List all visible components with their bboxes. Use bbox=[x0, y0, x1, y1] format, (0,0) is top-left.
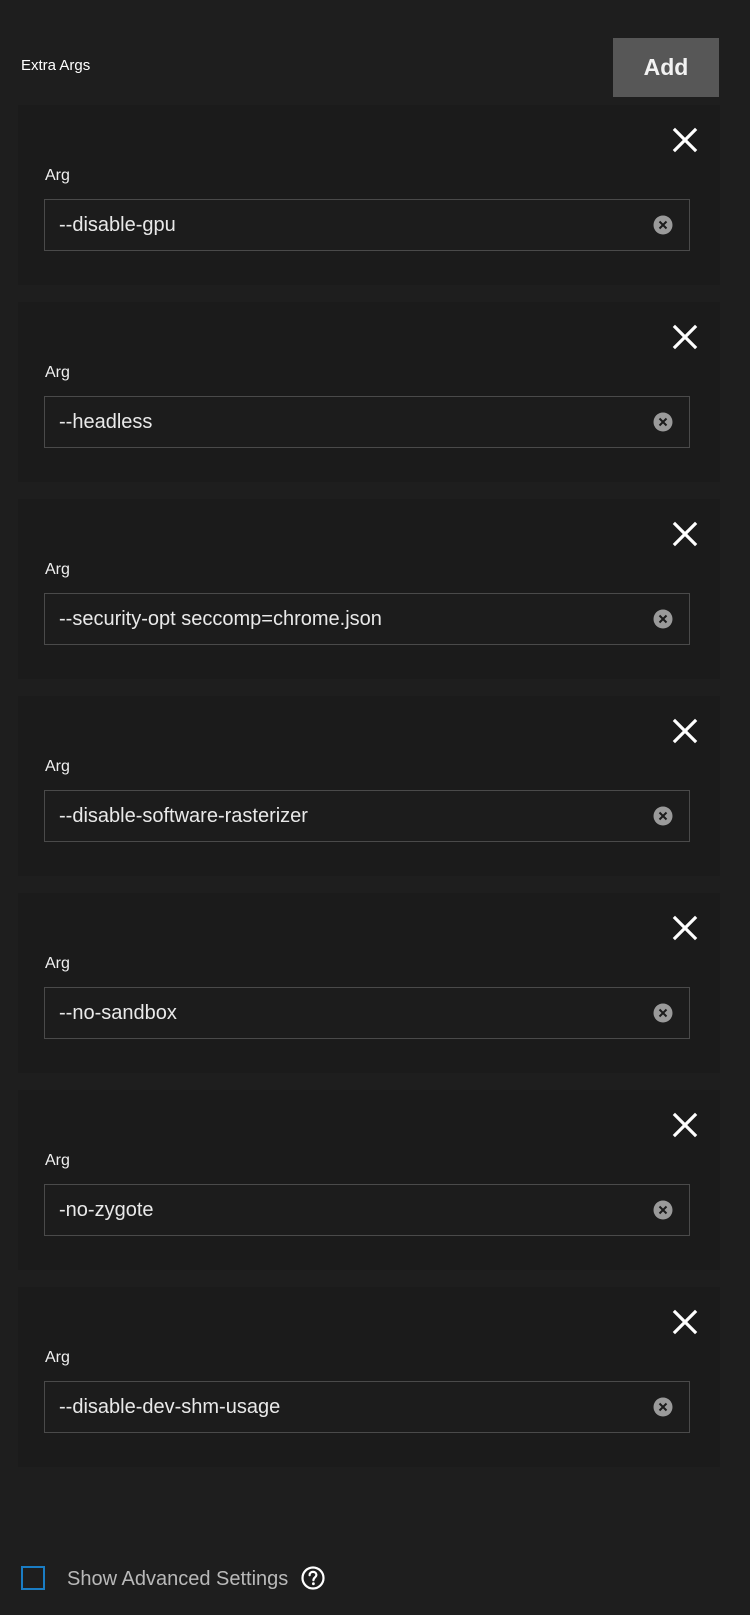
clear-circle-icon bbox=[653, 1397, 673, 1417]
arg-input[interactable] bbox=[59, 594, 639, 644]
arg-field bbox=[44, 396, 690, 448]
arg-card: Arg bbox=[18, 105, 720, 285]
advanced-settings-row: Show Advanced Settings bbox=[0, 1560, 750, 1605]
arg-field bbox=[44, 1381, 690, 1433]
arg-card: Arg bbox=[18, 893, 720, 1073]
arg-field bbox=[44, 1184, 690, 1236]
clear-circle-icon bbox=[653, 609, 673, 629]
arg-label: Arg bbox=[45, 758, 70, 775]
arg-card: Arg bbox=[18, 1287, 720, 1467]
remove-arg-button[interactable] bbox=[670, 322, 700, 352]
close-icon bbox=[672, 127, 698, 153]
arg-input[interactable] bbox=[59, 200, 639, 250]
clear-circle-icon bbox=[653, 215, 673, 235]
remove-arg-button[interactable] bbox=[670, 519, 700, 549]
close-icon bbox=[672, 521, 698, 547]
arg-card: Arg bbox=[18, 696, 720, 876]
close-icon bbox=[672, 915, 698, 941]
arg-list: Arg Arg Arg bbox=[18, 105, 720, 1484]
section-title: Extra Args bbox=[21, 57, 91, 74]
arg-card: Arg bbox=[18, 302, 720, 482]
clear-input-button[interactable] bbox=[653, 806, 673, 826]
clear-circle-icon bbox=[653, 1003, 673, 1023]
close-icon bbox=[672, 1112, 698, 1138]
arg-field bbox=[44, 790, 690, 842]
arg-card: Arg bbox=[18, 1090, 720, 1270]
remove-arg-button[interactable] bbox=[670, 1307, 700, 1337]
arg-label: Arg bbox=[45, 561, 70, 578]
clear-circle-icon bbox=[653, 412, 673, 432]
extra-args-header: Extra Args Add bbox=[0, 0, 750, 100]
arg-field bbox=[44, 987, 690, 1039]
close-icon bbox=[672, 1309, 698, 1335]
arg-label: Arg bbox=[45, 955, 70, 972]
arg-input[interactable] bbox=[59, 988, 639, 1038]
help-icon[interactable] bbox=[300, 1565, 326, 1591]
arg-label: Arg bbox=[45, 364, 70, 381]
clear-input-button[interactable] bbox=[653, 1003, 673, 1023]
arg-label: Arg bbox=[45, 167, 70, 184]
arg-field bbox=[44, 199, 690, 251]
arg-label: Arg bbox=[45, 1349, 70, 1366]
clear-input-button[interactable] bbox=[653, 412, 673, 432]
close-icon bbox=[672, 324, 698, 350]
arg-input[interactable] bbox=[59, 397, 639, 447]
add-arg-button[interactable]: Add bbox=[613, 38, 719, 97]
arg-card: Arg bbox=[18, 499, 720, 679]
clear-circle-icon bbox=[653, 1200, 673, 1220]
remove-arg-button[interactable] bbox=[670, 1110, 700, 1140]
arg-label: Arg bbox=[45, 1152, 70, 1169]
remove-arg-button[interactable] bbox=[670, 716, 700, 746]
clear-input-button[interactable] bbox=[653, 609, 673, 629]
arg-input[interactable] bbox=[59, 1382, 639, 1432]
arg-field bbox=[44, 593, 690, 645]
remove-arg-button[interactable] bbox=[670, 125, 700, 155]
remove-arg-button[interactable] bbox=[670, 913, 700, 943]
extra-args-page: Extra Args Add Arg Arg bbox=[0, 0, 750, 1615]
show-advanced-checkbox[interactable] bbox=[21, 1566, 45, 1590]
arg-input[interactable] bbox=[59, 1185, 639, 1235]
arg-input[interactable] bbox=[59, 791, 639, 841]
close-icon bbox=[672, 718, 698, 744]
clear-input-button[interactable] bbox=[653, 215, 673, 235]
show-advanced-label[interactable]: Show Advanced Settings bbox=[67, 1568, 288, 1591]
clear-input-button[interactable] bbox=[653, 1397, 673, 1417]
clear-circle-icon bbox=[653, 806, 673, 826]
clear-input-button[interactable] bbox=[653, 1200, 673, 1220]
